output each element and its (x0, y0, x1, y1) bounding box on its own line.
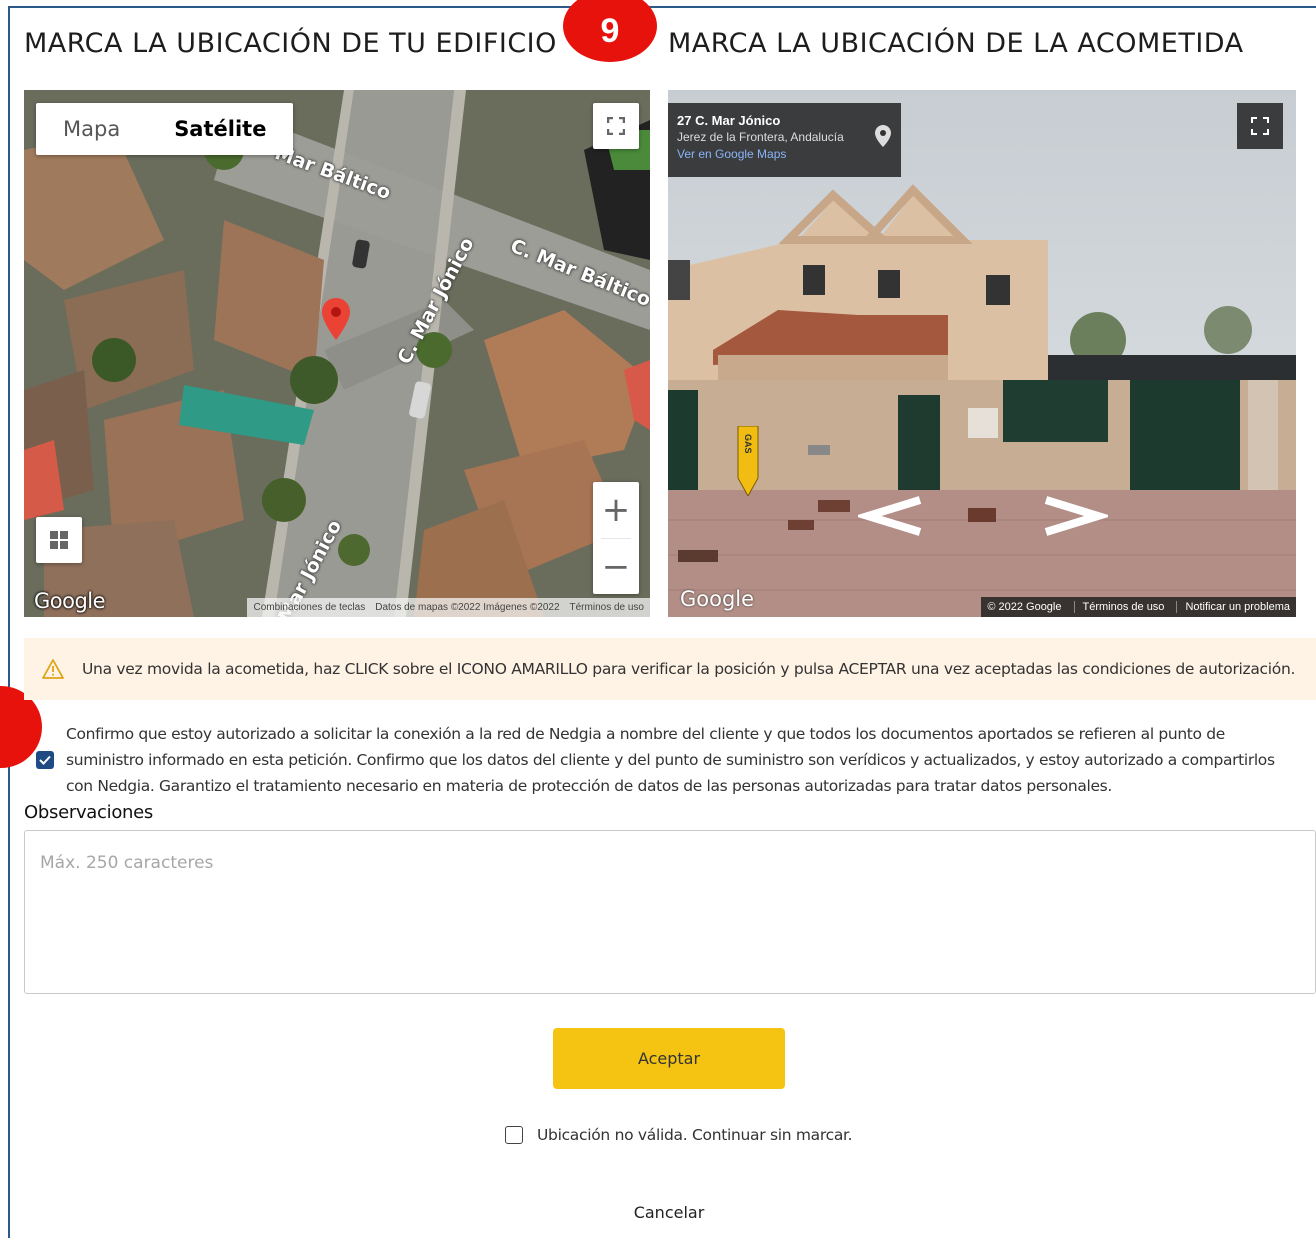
street-view-address: 27 C. Mar Jónico (677, 113, 781, 128)
copyright-text: © 2022 Google (987, 601, 1062, 613)
google-maps-link[interactable]: Ver en Google Maps (677, 147, 892, 161)
map-data-credit: Datos de mapas ©2022 Imágenes ©2022 (375, 602, 560, 613)
pegman-grid-icon[interactable] (36, 517, 82, 563)
arrow-right-icon[interactable] (1038, 496, 1108, 536)
warning-banner: Una vez movida la acometida, haz CLICK s… (24, 638, 1316, 700)
observations-textarea[interactable] (24, 830, 1316, 994)
fullscreen-icon[interactable] (1237, 103, 1283, 149)
gas-marker-label: GAS (743, 434, 753, 454)
map-marker-icon[interactable] (322, 298, 350, 340)
zoom-in-icon[interactable]: + (593, 482, 639, 538)
invalid-location-option[interactable]: Ubicación no válida. Continuar sin marca… (505, 1126, 853, 1144)
map-footer: Google Combinaciones de teclas Datos de … (24, 589, 650, 617)
invalid-location-label: Ubicación no válida. Continuar sin marca… (537, 1126, 853, 1144)
gas-marker-icon[interactable]: GAS (736, 425, 760, 498)
zoom-out-icon[interactable]: − (593, 539, 639, 595)
invalid-location-checkbox[interactable] (505, 1126, 523, 1144)
arrow-left-icon[interactable] (858, 496, 928, 536)
fullscreen-icon[interactable] (593, 103, 639, 149)
warning-text: Una vez movida la acometida, haz CLICK s… (82, 660, 1296, 678)
street-view-info-card: 27 C. Mar Jónico Jerez de la Frontera, A… (668, 103, 901, 177)
location-pin-icon (875, 125, 891, 147)
map-type-toggle[interactable]: Mapa Satélite (36, 103, 294, 155)
report-problem-link[interactable]: Notificar un problema (1176, 601, 1290, 613)
map-attribution: Combinaciones de teclas Datos de mapas ©… (247, 598, 650, 617)
connection-location-title: MARCA LA UBICACIÓN DE LA ACOMETIDA (668, 28, 1244, 59)
map-type-option[interactable]: Mapa (36, 103, 147, 155)
google-logo: Google (34, 589, 106, 613)
street-view-attribution: © 2022 Google Términos de uso Notificar … (981, 597, 1296, 617)
consent-checkbox[interactable] (36, 751, 54, 769)
terms-link[interactable]: Términos de uso (1073, 601, 1164, 613)
street-view-city: Jerez de la Frontera, Andalucía (677, 130, 844, 144)
street-view-panorama[interactable]: 27 C. Mar Jónico Jerez de la Frontera, A… (668, 90, 1296, 617)
google-logo: Google (680, 587, 755, 611)
building-location-title: MARCA LA UBICACIÓN DE TU EDIFICIO (24, 28, 557, 59)
keyboard-shortcuts-link[interactable]: Combinaciones de teclas (253, 602, 365, 613)
consent-text: Confirmo que estoy autorizado a solicita… (66, 725, 1275, 795)
satellite-map[interactable]: Mar Báltico C. Mar Jónico C. Mar Báltico… (24, 90, 650, 617)
warning-icon (42, 659, 64, 679)
terms-link[interactable]: Términos de uso (570, 602, 644, 613)
cancel-link[interactable]: Cancelar (0, 1203, 1316, 1222)
check-icon (39, 755, 51, 765)
authorization-consent: Confirmo que estoy autorizado a solicita… (36, 721, 1306, 799)
observations-label: Observaciones (24, 802, 153, 823)
zoom-control[interactable]: + − (593, 482, 639, 594)
accept-button[interactable]: Aceptar (553, 1028, 785, 1089)
satellite-type-option[interactable]: Satélite (147, 103, 293, 155)
